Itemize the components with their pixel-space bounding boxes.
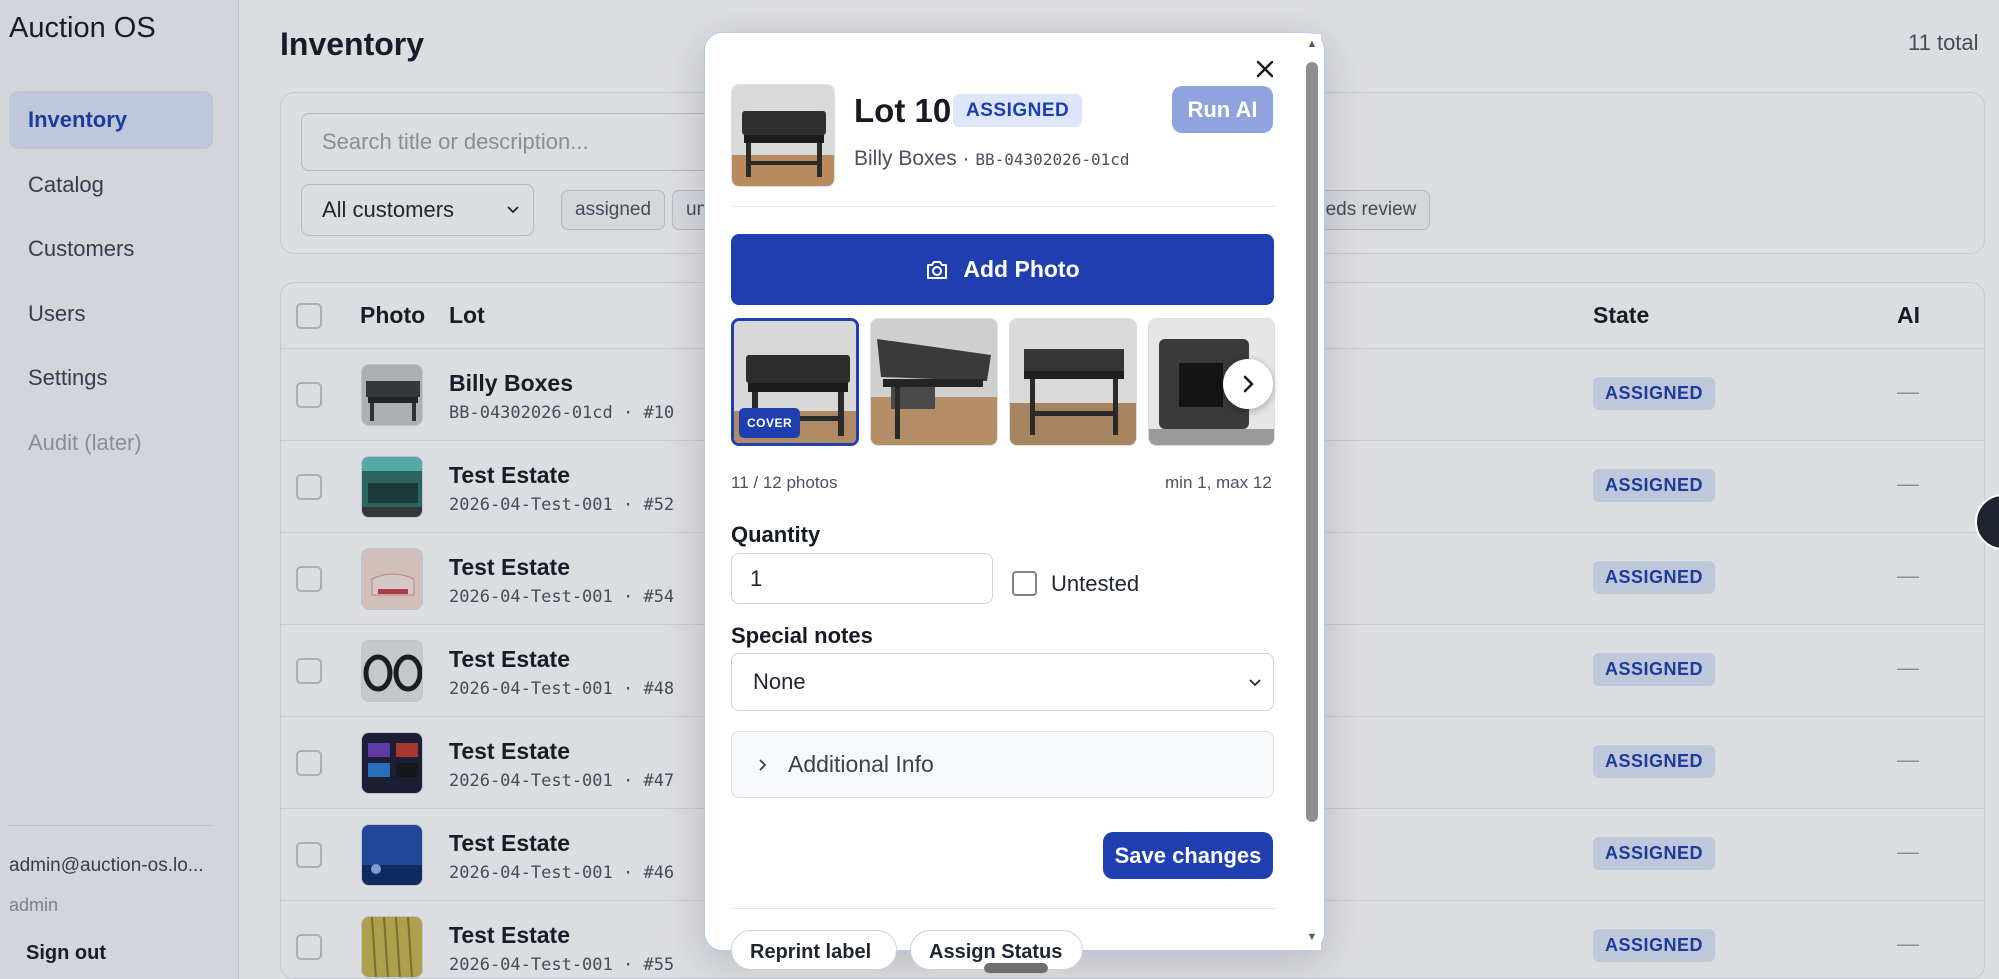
cover-tag: COVER — [739, 408, 801, 438]
special-notes-value: None — [753, 669, 806, 694]
scroll-up-arrow[interactable]: ▲ — [1306, 38, 1318, 50]
photo-count: 11 / 12 photos — [731, 473, 838, 492]
chevron-right-icon — [759, 758, 767, 771]
lot-customer-line: Billy Boxes · BB-04302026-01cd — [854, 147, 1130, 171]
scroll-down-arrow[interactable]: ▼ — [1306, 931, 1318, 943]
lot-separator: · — [956, 147, 976, 170]
lot-code: BB-04302026-01cd — [975, 150, 1130, 169]
photo-thumbnail[interactable] — [870, 318, 998, 446]
drag-handle[interactable] — [984, 963, 1048, 973]
additional-info-toggle[interactable]: Additional Info — [731, 731, 1274, 798]
footer-divider — [731, 908, 1275, 909]
lot-cover-thumbnail — [731, 84, 835, 187]
reprint-label-button[interactable]: Reprint label — [731, 930, 897, 970]
chevron-right-icon — [1243, 375, 1254, 393]
quantity-input[interactable] — [731, 553, 993, 604]
additional-info-label: Additional Info — [788, 751, 934, 777]
photo-thumbnail[interactable] — [1009, 318, 1137, 446]
scrollbar-thumb[interactable] — [1306, 62, 1318, 822]
next-photo-button[interactable] — [1223, 359, 1273, 409]
status-badge: ASSIGNED — [953, 94, 1083, 127]
run-ai-button[interactable]: Run AI — [1172, 86, 1273, 133]
lot-title: Lot 10 — [854, 92, 952, 129]
header-divider — [731, 206, 1275, 207]
camera-icon — [927, 260, 948, 279]
chevron-down-icon — [1249, 679, 1261, 687]
special-notes-label: Special notes — [731, 623, 873, 648]
special-notes-select[interactable]: None — [731, 653, 1274, 711]
lot-customer: Billy Boxes — [854, 147, 957, 170]
photo-limits: min 1, max 12 — [1165, 473, 1272, 492]
add-photo-label: Add Photo — [963, 256, 1080, 282]
quantity-label: Quantity — [731, 522, 821, 547]
photo-thumbnail-cover[interactable]: COVER — [731, 318, 859, 446]
untested-checkbox[interactable] — [1012, 571, 1037, 596]
close-icon[interactable] — [1252, 56, 1278, 82]
untested-label[interactable]: Untested — [1051, 571, 1139, 597]
add-photo-button[interactable]: Add Photo — [731, 234, 1274, 305]
save-changes-button[interactable]: Save changes — [1103, 832, 1273, 879]
